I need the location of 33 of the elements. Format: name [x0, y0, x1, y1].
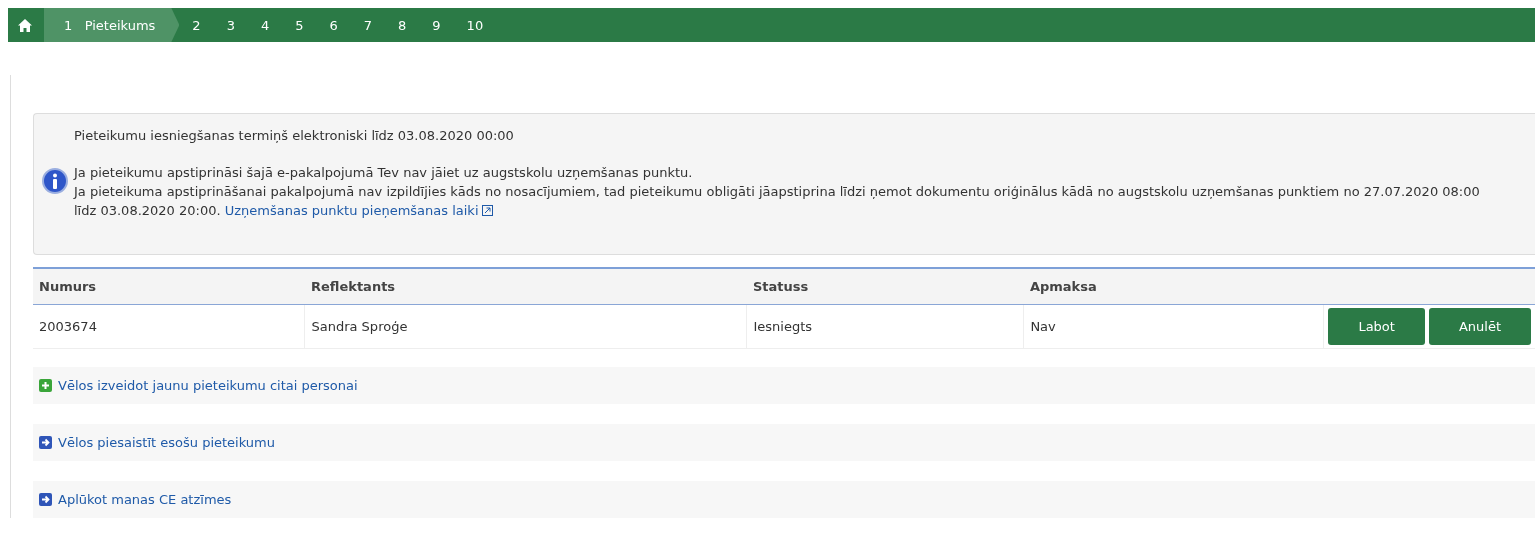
home-icon: [18, 18, 32, 32]
table-cell: Iesniegts: [746, 304, 1024, 349]
action-link[interactable]: Vēlos izveidot jaunu pieteikumu citai personai: [58, 378, 358, 393]
arrow-icon: [39, 493, 52, 506]
hours-link[interactable]: Uzņemšanas punktu pieņemšanas laiki: [224, 203, 479, 218]
table-cell: Sandra Sproģe: [304, 304, 747, 349]
column-header: Numurs: [33, 268, 305, 305]
cancel-button[interactable]: Anulēt: [1428, 308, 1531, 345]
deadline-text: Pieteikumu iesniegšanas termiņš elektroniski līdz 03.08.2020 00:00: [74, 128, 515, 143]
step-tab[interactable]: 1 Pieteikums: [44, 8, 180, 42]
table-cell: 2003674: [33, 304, 305, 349]
step-tab[interactable]: 5: [282, 8, 317, 42]
edit-button[interactable]: Labot: [1328, 308, 1425, 345]
step-tab[interactable]: 3: [213, 8, 248, 42]
info-icon: [42, 168, 68, 194]
action-link[interactable]: Aplūkot manas CE atzīmes: [58, 492, 232, 507]
step-tab[interactable]: 8: [385, 8, 420, 42]
column-header: Apmaksa: [1023, 268, 1324, 305]
column-header: Reflektants: [304, 268, 747, 305]
step-tab[interactable]: 2: [179, 8, 214, 42]
info-text: Ja pieteikuma apstiprināšanai pakalpojumā nav izpildījies kāds no nosacījumiem, tad pieteikumu obligāti jāapstiprina līdzi ņemot dokumentu oriģinālus kādā no augstskolu uzņemšanas punktiem no 27.07.2020 08:00 līdz 03.08.2020 20:00. Uzņemšanas punktu pieņemšanas laiki: [74, 183, 1481, 220]
column-header: Statuss: [746, 268, 1024, 305]
action-link[interactable]: Vēlos piesaistīt esošu pieteikumu: [58, 435, 275, 450]
step-tab[interactable]: 6: [316, 8, 351, 42]
external-link-icon: [481, 205, 493, 216]
step-tab[interactable]: 9: [419, 8, 454, 42]
step-tab[interactable]: 7: [350, 8, 386, 42]
table-cell: Nav: [1023, 304, 1324, 349]
arrow-icon: [39, 436, 52, 449]
step-tab[interactable]: 4: [247, 8, 283, 42]
step-tab[interactable]: 10: [453, 8, 497, 42]
info-text: Ja pieteikumu apstiprināsi šajā e-pakalpojumā Tev nav jāiet uz augstskolu uzņemšanas punktu.: [74, 164, 694, 182]
plus-icon: [39, 379, 52, 392]
